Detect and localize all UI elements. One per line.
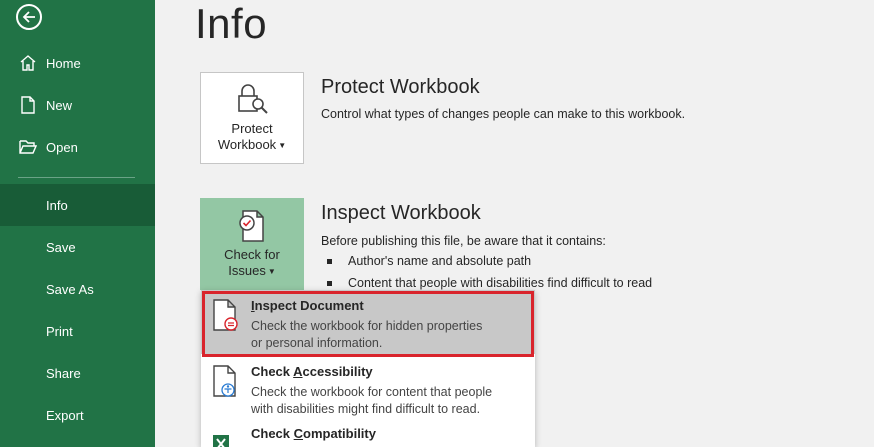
open-folder-icon (18, 137, 38, 157)
sidebar-item-save-as[interactable]: Save As (0, 268, 155, 310)
menu-item-title: Check Compatibility (251, 426, 376, 441)
document-check-icon (201, 199, 303, 243)
check-button-label-1: Check for (224, 247, 280, 262)
bullet-text: Content that people with disabilities fi… (348, 276, 653, 290)
menu-item-description: Check the workbook for content that peop… (251, 384, 531, 418)
page-title: Info (195, 0, 268, 47)
check-button-label-2: Issues (228, 263, 266, 278)
lock-magnifier-icon (201, 73, 303, 117)
sidebar-item-label: Home (46, 55, 81, 71)
inspect-section-description: Before publishing this file, be aware th… (321, 234, 606, 248)
menu-item-inspect-document[interactable]: Inspect Document Check the workbook for … (201, 290, 535, 354)
chevron-down-icon: ▼ (278, 140, 287, 150)
sidebar-item-open[interactable]: Open (0, 126, 155, 168)
sidebar-item-label: Share (46, 365, 81, 381)
excel-compatibility-icon (211, 429, 239, 447)
menu-item-description: Check the workbook for hidden properties… (251, 318, 531, 352)
menu-item-title: Check Accessibility (251, 364, 373, 379)
desc-line: or personal information. (251, 336, 383, 350)
menu-item-title: Inspect Document (251, 298, 364, 313)
sidebar-item-label: Info (46, 197, 68, 213)
home-icon (18, 53, 38, 73)
menu-item-check-compatibility[interactable]: Check Compatibility (201, 421, 535, 447)
access-key: C (293, 426, 304, 441)
sidebar-item-label: Save As (46, 281, 94, 297)
sidebar-item-label: Print (46, 323, 73, 339)
check-for-issues-menu: Inspect Document Check the workbook for … (201, 290, 535, 447)
sidebar-item-label: Open (46, 139, 78, 155)
title-rest: ccessibility (302, 364, 373, 379)
menu-item-check-accessibility[interactable]: Check Accessibility Check the workbook f… (201, 356, 535, 420)
desc-line: Check the workbook for hidden properties (251, 319, 483, 333)
sidebar-item-share[interactable]: Share (0, 352, 155, 394)
sidebar-item-label: New (46, 97, 73, 113)
sidebar-item-export[interactable]: Export (0, 394, 155, 436)
inspect-section-title: Inspect Workbook (321, 202, 481, 224)
sidebar-item-print[interactable]: Print (0, 310, 155, 352)
sidebar-item-label: Export (46, 407, 84, 423)
access-key: A (293, 364, 303, 379)
sidebar-item-label: Save (46, 239, 76, 255)
list-item: Author's name and absolute path (327, 254, 531, 268)
title-pre: Check (251, 364, 294, 379)
title-rest: nspect Document (254, 298, 364, 313)
back-arrow-icon[interactable] (16, 4, 42, 30)
backstage-sidebar: Home New Open Info Save Save As Print Sh… (0, 0, 155, 447)
sidebar-item-save[interactable]: Save (0, 226, 155, 268)
bullet-icon (327, 280, 332, 286)
sidebar-item-home[interactable]: Home (0, 42, 155, 84)
protect-button-label-1: Protect (231, 121, 273, 136)
title-rest: ompatibility (303, 426, 376, 441)
sidebar-item-new[interactable]: New (0, 84, 155, 126)
desc-line: with disabilities might find difficult t… (251, 402, 481, 416)
chevron-down-icon: ▼ (267, 266, 276, 276)
protect-section-description: Control what types of changes people can… (321, 107, 686, 121)
bullet-text: Author's name and absolute path (348, 254, 532, 268)
protect-section-title: Protect Workbook (321, 76, 480, 98)
bullet-icon (327, 258, 332, 264)
title-pre: Check (251, 426, 294, 441)
accessibility-icon (211, 364, 239, 398)
protect-button-label-2: Workbook (217, 137, 277, 152)
new-document-icon (18, 95, 38, 115)
sidebar-divider (18, 177, 135, 178)
protect-workbook-button[interactable]: Protect Workbook ▼ (200, 72, 304, 164)
desc-line: Check the workbook for content that peop… (251, 385, 493, 399)
check-for-issues-button[interactable]: Check for Issues ▼ (200, 198, 304, 290)
inspect-document-icon (211, 298, 239, 332)
sidebar-item-info[interactable]: Info (0, 184, 155, 226)
list-item: Content that people with disabilities fi… (327, 276, 652, 290)
